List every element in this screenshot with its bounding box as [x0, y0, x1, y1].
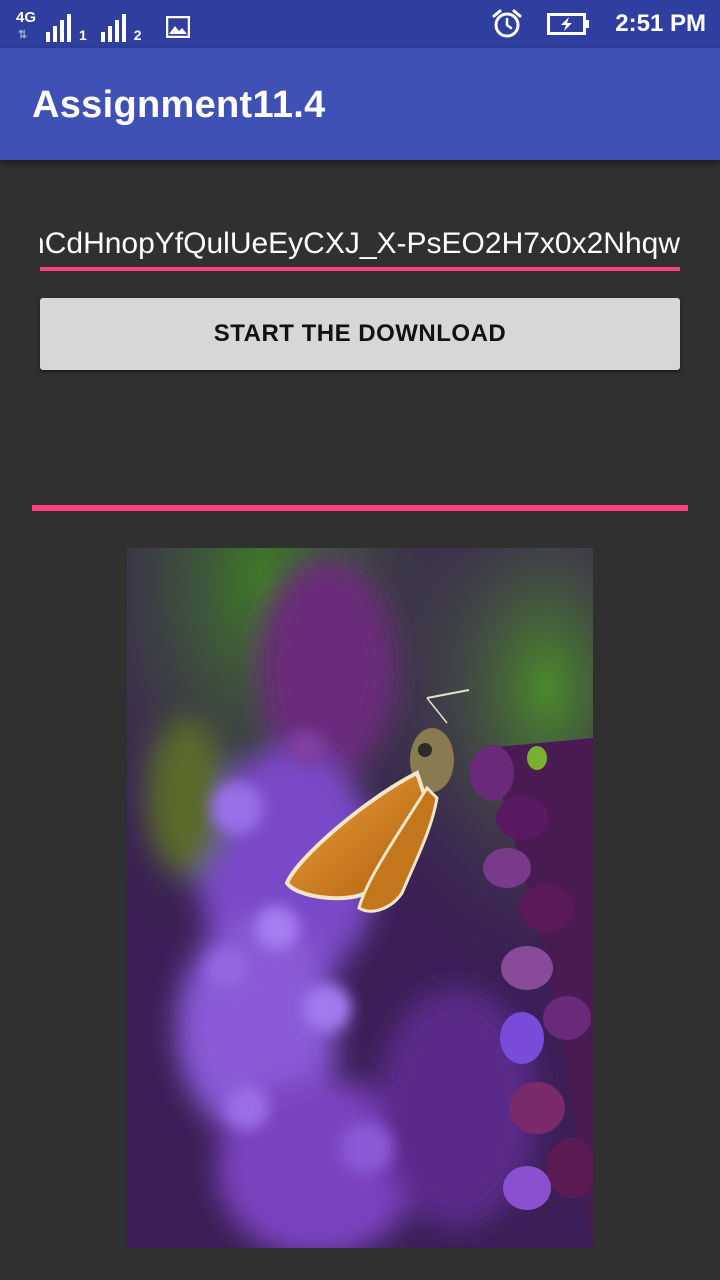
signal-sim2-icon — [100, 14, 126, 42]
start-download-button[interactable]: START THE DOWNLOAD — [40, 298, 680, 370]
sim2-label: 2 — [133, 27, 142, 43]
downloaded-image — [127, 548, 593, 1248]
network-type-label: 4G — [16, 9, 37, 26]
battery-charging-icon — [547, 13, 590, 35]
status-bar-left: 4G ⇅ 1 2 — [16, 8, 190, 42]
status-bar-right: 2:51 PM — [491, 0, 706, 48]
network-4g-icon: 4G ⇅ — [16, 10, 40, 42]
sim1-label: 1 — [79, 27, 87, 43]
download-progress-fill — [32, 505, 688, 511]
status-bar: 4G ⇅ 1 2 2:51 PM — [0, 0, 720, 48]
alarm-icon — [492, 9, 522, 38]
butterfly-on-flower-photo — [127, 548, 593, 1248]
app-bar: Assignment11.4 — [0, 48, 720, 160]
signal-sim1-icon — [46, 14, 71, 42]
url-input[interactable]: nCdHnopYfQulUeEyCXJ_X-PsEO2H7x0x2Nhqw — [40, 220, 680, 268]
url-input-underline — [40, 267, 680, 271]
app-title: Assignment11.4 — [32, 84, 326, 126]
gallery-notification-icon — [165, 16, 190, 38]
data-arrows-icon: ⇅ — [18, 29, 28, 41]
url-input-container[interactable]: nCdHnopYfQulUeEyCXJ_X-PsEO2H7x0x2Nhqw — [40, 220, 680, 272]
status-time: 2:51 PM — [615, 10, 706, 37]
download-progress-bar — [32, 505, 688, 511]
